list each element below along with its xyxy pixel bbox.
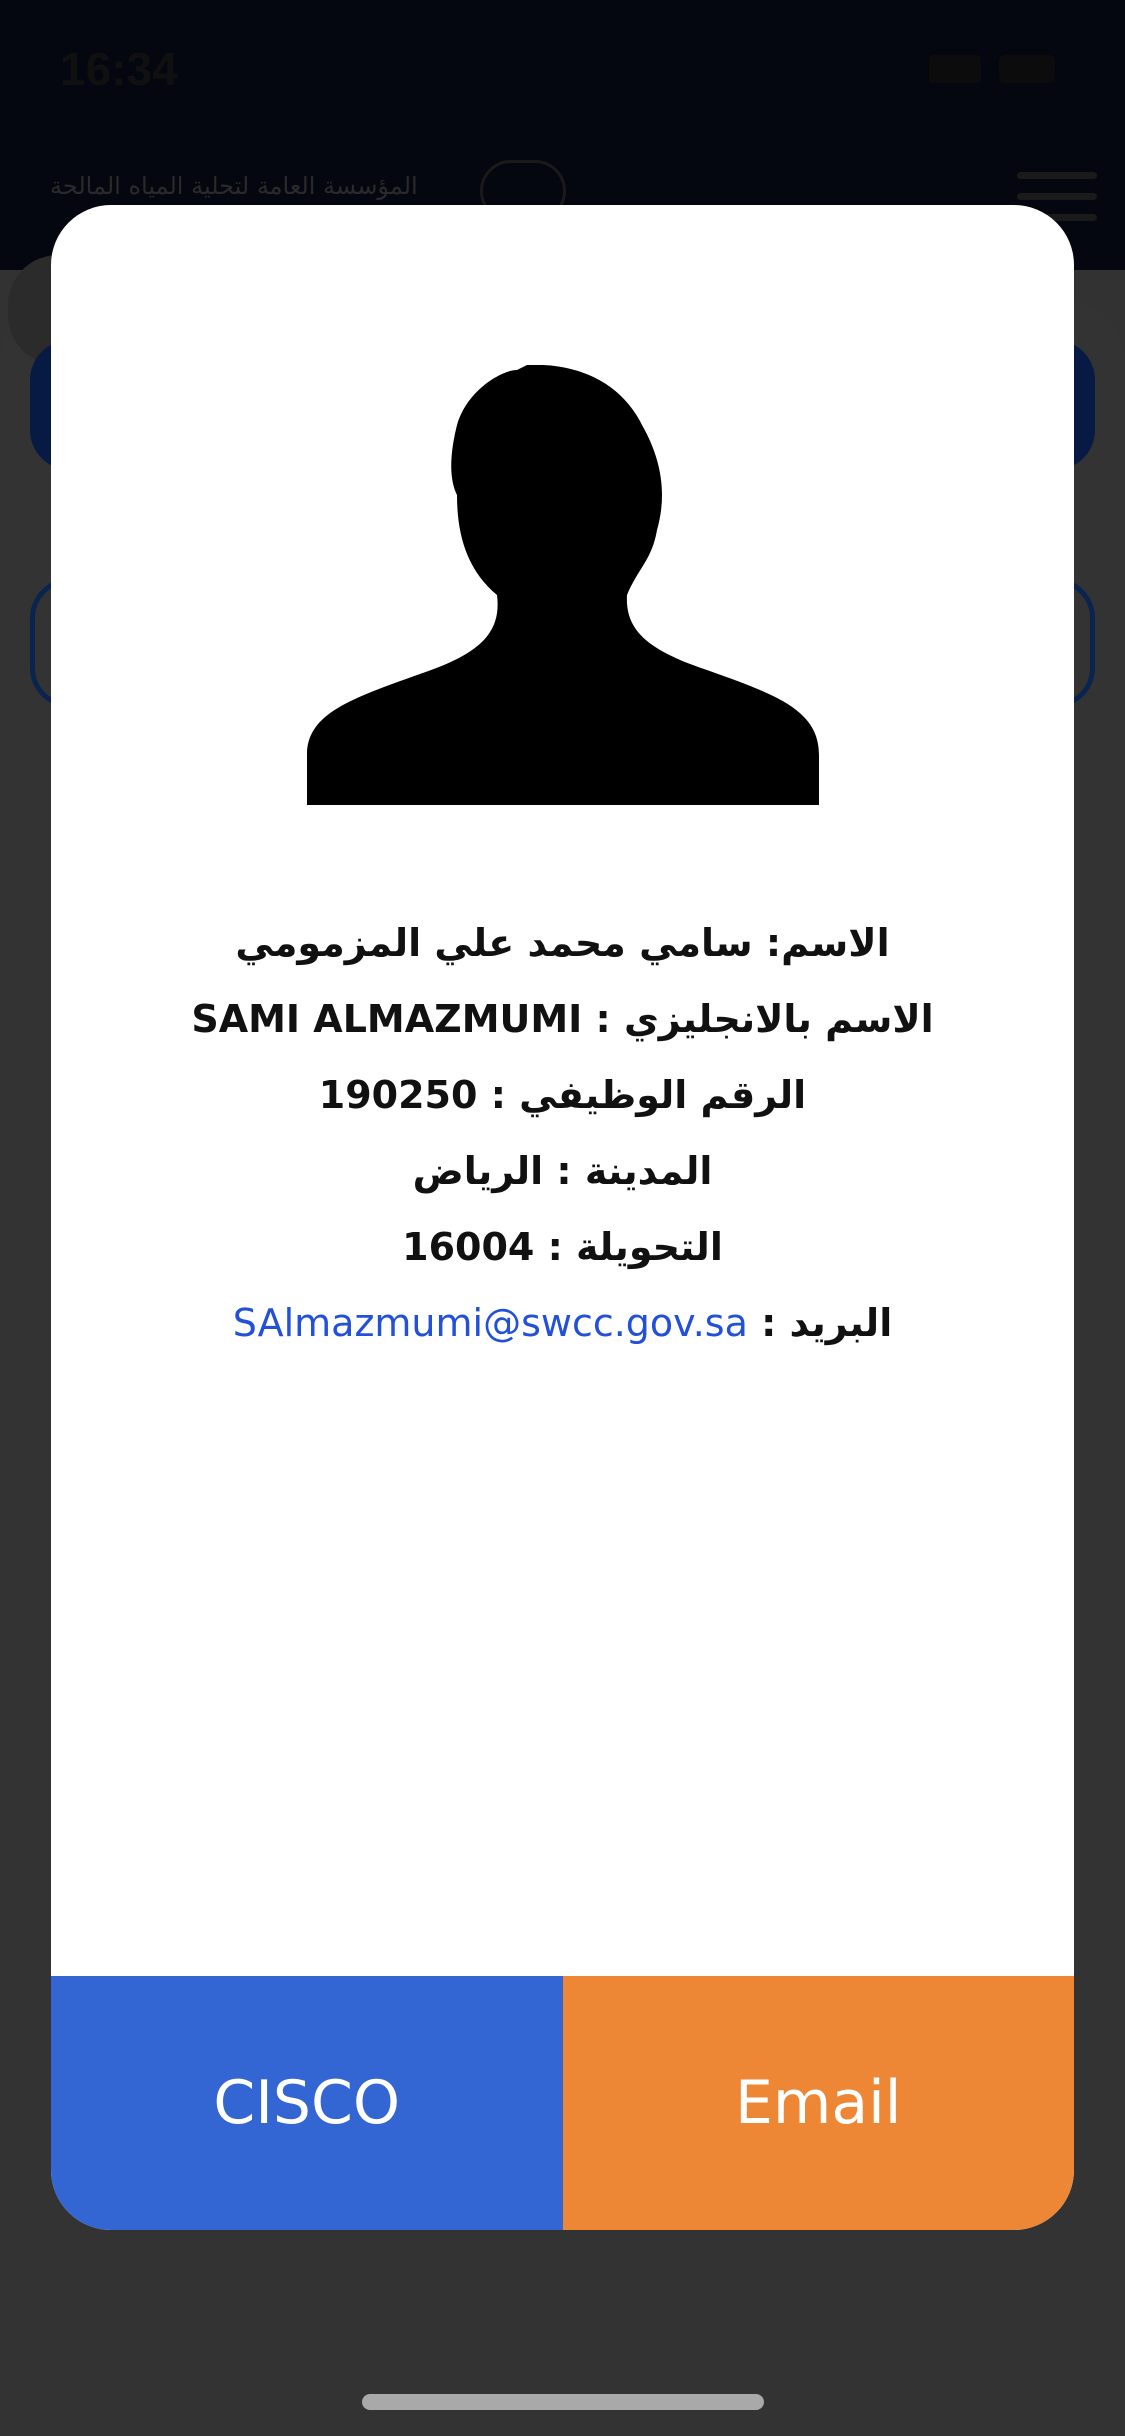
employee-profile-modal: الاسم: سامي محمد علي المزمومي الاسم بالا… [51, 205, 1074, 2230]
name-value: سامي محمد علي المزمومي [235, 921, 753, 965]
english-name-label: الاسم بالانجليزي : [595, 997, 934, 1041]
signal-icon [929, 55, 981, 83]
city-row: المدينة : الرياض [51, 1133, 1074, 1209]
email-link[interactable]: SAlmazmumi@swcc.gov.sa [233, 1301, 748, 1345]
status-time: 16:34 [60, 43, 178, 95]
city-value: الرياض [412, 1149, 544, 1193]
profile-info: الاسم: سامي محمد علي المزمومي الاسم بالا… [51, 905, 1074, 1361]
battery-icon [999, 55, 1055, 83]
name-row: الاسم: سامي محمد علي المزمومي [51, 905, 1074, 981]
extension-label: التحويلة : [547, 1225, 723, 1269]
email-label: البريد : [761, 1301, 893, 1345]
email-button[interactable]: Email [562, 1976, 1074, 2230]
cisco-button[interactable]: CISCO [51, 1976, 563, 2230]
status-bar: 16:34 [0, 0, 1125, 140]
city-label: المدينة : [556, 1149, 713, 1193]
name-label: الاسم: [765, 921, 890, 965]
header-title: المؤسسة العامة لتحلية المياه المالحة [50, 172, 418, 200]
email-row: البريد : SAlmazmumi@swcc.gov.sa [51, 1285, 1074, 1361]
extension-value: 16004 [402, 1225, 535, 1269]
extension-row: التحويلة : 16004 [51, 1209, 1074, 1285]
action-buttons: CISCO Email [51, 1976, 1074, 2230]
status-icons [929, 55, 1055, 83]
employee-id-value: 190250 [318, 1073, 478, 1117]
english-name-value: SAMI ALMAZMUMI [191, 997, 583, 1041]
employee-id-label: الرقم الوظيفي : [490, 1073, 807, 1117]
person-silhouette-icon [307, 365, 819, 805]
english-name-row: الاسم بالانجليزي : SAMI ALMAZMUMI [51, 981, 1074, 1057]
home-indicator[interactable] [362, 2394, 764, 2410]
employee-id-row: الرقم الوظيفي : 190250 [51, 1057, 1074, 1133]
